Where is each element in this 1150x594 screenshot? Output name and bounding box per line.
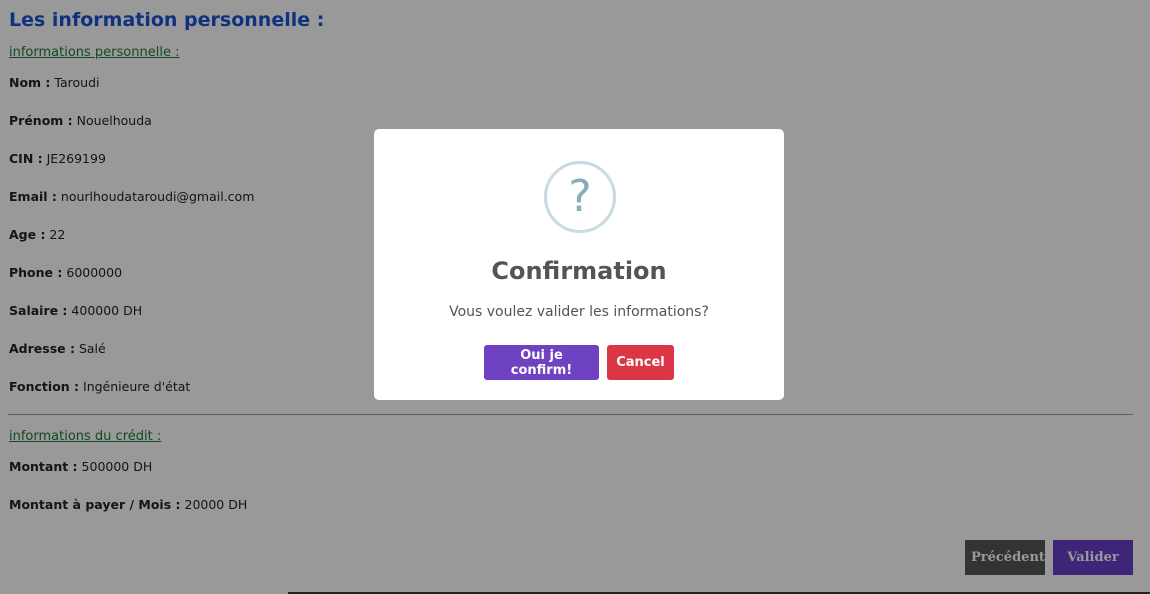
dialog-message: Vous voulez valider les informations?: [449, 304, 709, 320]
cancel-button[interactable]: Cancel: [607, 345, 674, 380]
confirm-button[interactable]: Oui je confirm!: [484, 345, 599, 380]
confirmation-dialog: ? Confirmation Vous voulez valider les i…: [374, 129, 784, 400]
dialog-title: Confirmation: [491, 257, 667, 285]
question-icon: ?: [544, 161, 616, 233]
